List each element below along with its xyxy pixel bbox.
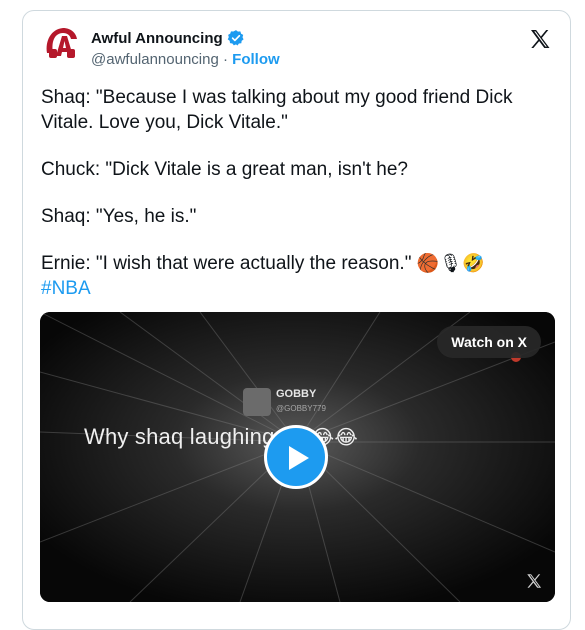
channel-logo: [243, 388, 271, 416]
play-button[interactable]: [264, 425, 328, 489]
hashtag-link[interactable]: #NBA: [41, 276, 551, 301]
tweet-card: Awful Announcing @awfulannouncing · Foll…: [22, 10, 571, 630]
tweet-paragraph: Shaq: "Yes, he is.": [41, 206, 197, 227]
tweet-paragraph-last: Ernie: "I wish that were actually the re…: [41, 251, 551, 276]
tweet-text: Shaq: "Because I was talking about my go…: [41, 85, 551, 301]
author-handle-row: @awfulannouncing · Follow: [91, 51, 280, 68]
author-handle[interactable]: @awfulannouncing: [91, 51, 219, 68]
tweet-paragraph: Shaq: "Because I was talking about my go…: [41, 87, 513, 133]
channel-handle: @GOBBY779: [276, 404, 326, 413]
author-name-row: Awful Announcing: [91, 29, 245, 47]
tweet-paragraph: Chuck: "Dick Vitale is a great man, isn'…: [41, 159, 408, 180]
awful-announcing-logo: [46, 28, 77, 58]
verified-badge-icon: [227, 30, 244, 46]
tweet-paragraph-text: Ernie: "I wish that were actually the re…: [41, 253, 412, 274]
author-avatar[interactable]: [41, 23, 81, 63]
separator-dot: ·: [223, 51, 228, 68]
video-player[interactable]: Watch on X GOBBY @GOBBY779 Why shaq laug…: [40, 312, 555, 602]
play-icon: [289, 446, 309, 470]
x-logo-icon[interactable]: [528, 27, 552, 51]
author-name[interactable]: Awful Announcing: [91, 30, 223, 47]
follow-button[interactable]: Follow: [232, 51, 280, 68]
channel-name: GOBBY: [276, 388, 317, 400]
x-watermark-icon: [527, 574, 542, 588]
tweet-emojis: 🏀🎙🤣: [416, 253, 485, 274]
watch-on-x-button[interactable]: Watch on X: [437, 326, 541, 358]
